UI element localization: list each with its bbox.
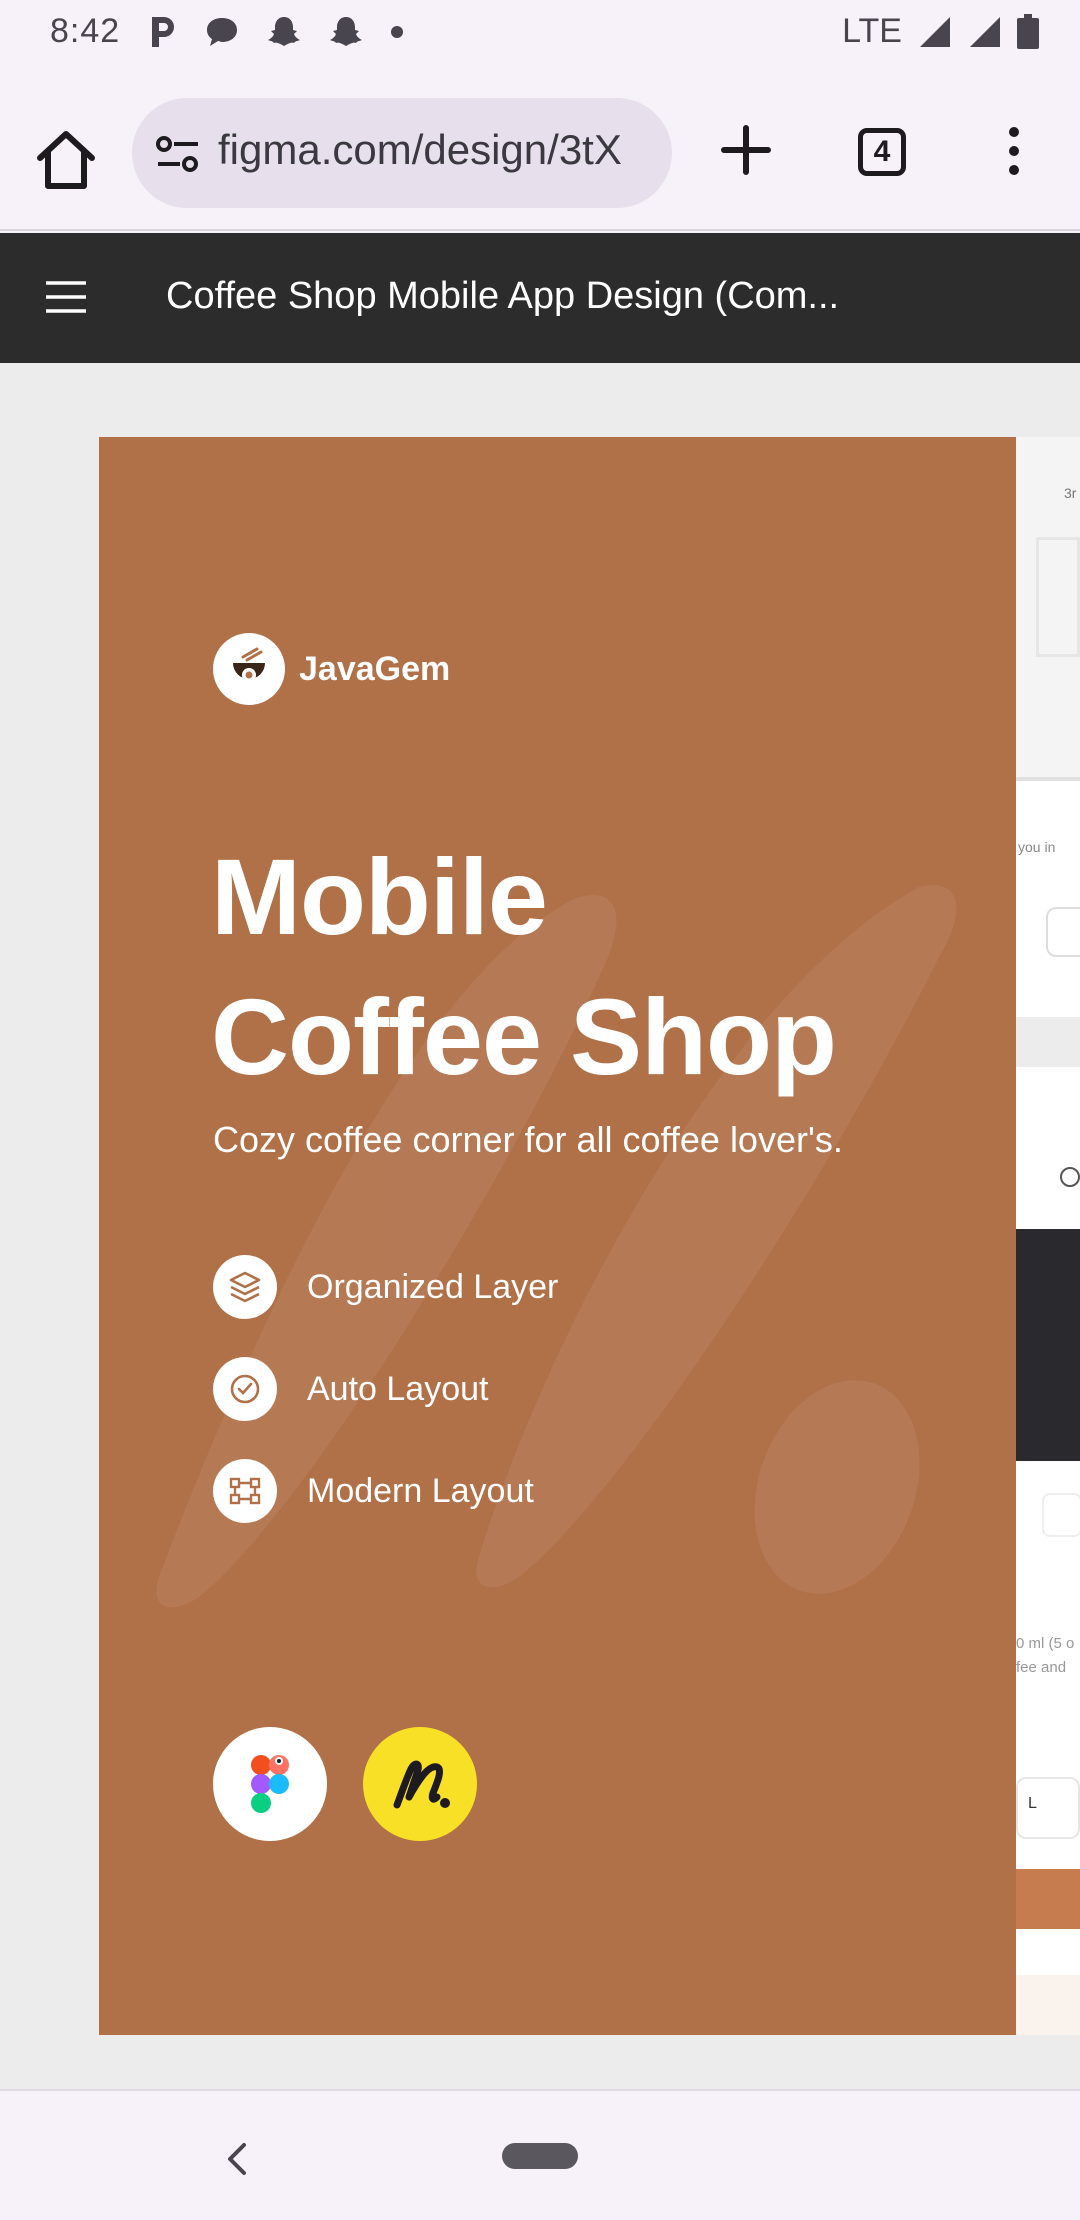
feature-item: Auto Layout bbox=[213, 1357, 488, 1421]
status-bar: 8:42 LTE bbox=[0, 0, 1080, 66]
hero-line-2: Coffee Shop bbox=[211, 976, 837, 1097]
coffee-cup-logo-icon bbox=[213, 633, 285, 705]
figma-canvas[interactable]: JavaGem Mobile Coffee Shop Cozy coffee c… bbox=[0, 363, 1080, 2089]
feature-item: Modern Layout bbox=[213, 1459, 534, 1523]
figma-icon bbox=[213, 1727, 327, 1841]
chat-bubble-icon bbox=[207, 18, 237, 46]
peek-text: you in bbox=[1018, 839, 1056, 855]
home-icon[interactable] bbox=[30, 124, 102, 196]
feature-label: Modern Layout bbox=[307, 1471, 534, 1510]
size-label: L bbox=[1028, 1795, 1037, 1812]
peek-text: 0 ml (5 o bbox=[1016, 1635, 1075, 1652]
system-navigation-bar bbox=[0, 2089, 1080, 2220]
divider bbox=[1016, 777, 1080, 781]
address-bar[interactable]: figma.com/design/3tX bbox=[132, 98, 672, 208]
gap bbox=[1016, 1017, 1080, 1067]
hero-subtitle: Cozy coffee corner for all coffee lover'… bbox=[213, 1119, 843, 1160]
dot-icon bbox=[391, 26, 403, 38]
heart-icon bbox=[1060, 1167, 1080, 1187]
feature-label: Organized Layer bbox=[307, 1267, 559, 1306]
brand-name: JavaGem bbox=[299, 649, 451, 688]
snapchat-icon bbox=[268, 17, 300, 46]
hero-title: Mobile Coffee Shop bbox=[211, 827, 837, 1107]
status-time: 8:42 bbox=[50, 12, 121, 50]
peek-text: 3r bbox=[1064, 485, 1077, 501]
home-gesture-handle[interactable] bbox=[502, 2143, 578, 2169]
adjacent-frame-preview[interactable]: 3r you in 0 ml (5 o fee and L bbox=[1016, 437, 1080, 2035]
battery-icon bbox=[1017, 13, 1039, 49]
network-type: LTE bbox=[842, 12, 902, 50]
tab-switcher-button[interactable]: 4 bbox=[858, 128, 906, 176]
figma-header: Coffee Shop Mobile App Design (Com... bbox=[0, 233, 1080, 363]
map-block bbox=[1036, 537, 1080, 657]
feature-label: Auto Layout bbox=[307, 1369, 489, 1408]
option-chip bbox=[1042, 1493, 1080, 1537]
size-option: L bbox=[1016, 1777, 1080, 1839]
cover-frame[interactable]: JavaGem Mobile Coffee Shop Cozy coffee c… bbox=[99, 437, 1016, 2035]
noun-project-icon bbox=[363, 1727, 477, 1841]
hero-line-1: Mobile bbox=[211, 836, 548, 957]
parking-icon bbox=[152, 17, 174, 47]
feature-item: Organized Layer bbox=[213, 1255, 558, 1319]
buy-button bbox=[1016, 1869, 1080, 1929]
signal-icon bbox=[920, 16, 950, 47]
signal-icon bbox=[970, 16, 1000, 47]
peek-text: fee and bbox=[1016, 1659, 1067, 1676]
url-text[interactable]: figma.com/design/3tX bbox=[218, 126, 658, 174]
phone-call-icon bbox=[1046, 907, 1080, 957]
hamburger-menu-icon[interactable] bbox=[44, 277, 88, 317]
check-circle-icon bbox=[213, 1357, 277, 1421]
site-settings-icon[interactable] bbox=[152, 128, 204, 180]
coffee-photo bbox=[1016, 1229, 1080, 1461]
brand: JavaGem bbox=[213, 633, 450, 705]
browser-toolbar: figma.com/design/3tX 4 bbox=[0, 76, 1080, 231]
new-tab-icon[interactable] bbox=[716, 120, 776, 180]
bottom-strip bbox=[1016, 1975, 1080, 2035]
layers-icon bbox=[213, 1255, 277, 1319]
back-icon[interactable] bbox=[222, 2139, 252, 2179]
more-options-icon[interactable] bbox=[1004, 126, 1024, 176]
file-title: Coffee Shop Mobile App Design (Com... bbox=[166, 275, 840, 317]
snapchat-icon bbox=[330, 17, 362, 46]
components-icon bbox=[213, 1459, 277, 1523]
status-right: LTE bbox=[842, 12, 1040, 51]
notification-icons bbox=[148, 14, 404, 50]
